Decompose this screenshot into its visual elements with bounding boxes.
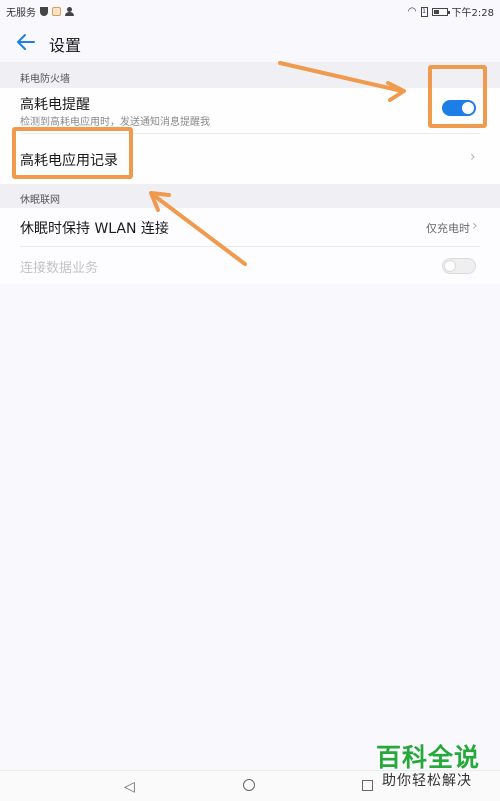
watermark-subtitle: 助你轻松解决 <box>382 773 472 789</box>
status-bar: 无服务 ◠ 1 下午2:28 <box>0 0 500 20</box>
row-title: 高耗电提醒 <box>20 97 90 113</box>
row-subtitle: 检测到高耗电应用时，发送通知消息提醒我 <box>20 117 210 128</box>
shield-icon <box>40 7 48 16</box>
nav-back-icon[interactable]: ◁ <box>124 779 135 795</box>
row-title: 连接数据业务 <box>20 261 99 276</box>
section-header-sleep-network: 休眠联网 <box>20 195 60 206</box>
back-arrow-icon[interactable] <box>14 30 38 54</box>
data-service-toggle <box>442 258 476 274</box>
chevron-right-icon: › <box>472 218 478 234</box>
annotation-highlight-records <box>12 127 133 179</box>
row-value: 仅充电时 <box>426 222 470 235</box>
status-left: 无服务 <box>6 4 74 19</box>
wifi-icon: ◠ <box>407 6 417 17</box>
watermark-logo: 百科全说 助你轻松解决 <box>372 738 492 796</box>
section-header-bar <box>0 62 500 88</box>
status-time: 下午2:28 <box>451 8 494 19</box>
divider <box>20 246 480 247</box>
app-notification-icon <box>52 7 61 16</box>
battery-icon <box>431 7 450 16</box>
watermark-title: 百科全说 <box>376 743 481 772</box>
annotation-highlight-toggle <box>428 65 487 128</box>
page-title: 设置 <box>49 36 82 55</box>
app-header: 设置 <box>0 22 500 62</box>
row-title: 休眠时保持 WLAN 连接 <box>20 221 169 237</box>
nav-home-icon[interactable] <box>243 779 255 791</box>
carrier-text: 无服务 <box>6 8 36 19</box>
section-header-bar <box>0 184 500 208</box>
chevron-right-icon: › <box>470 149 476 165</box>
person-icon <box>65 7 74 16</box>
status-right: ◠ 1 下午2:28 <box>408 4 494 19</box>
sim-icon: 1 <box>420 6 428 17</box>
section-header-power-firewall: 耗电防火墙 <box>20 74 70 85</box>
